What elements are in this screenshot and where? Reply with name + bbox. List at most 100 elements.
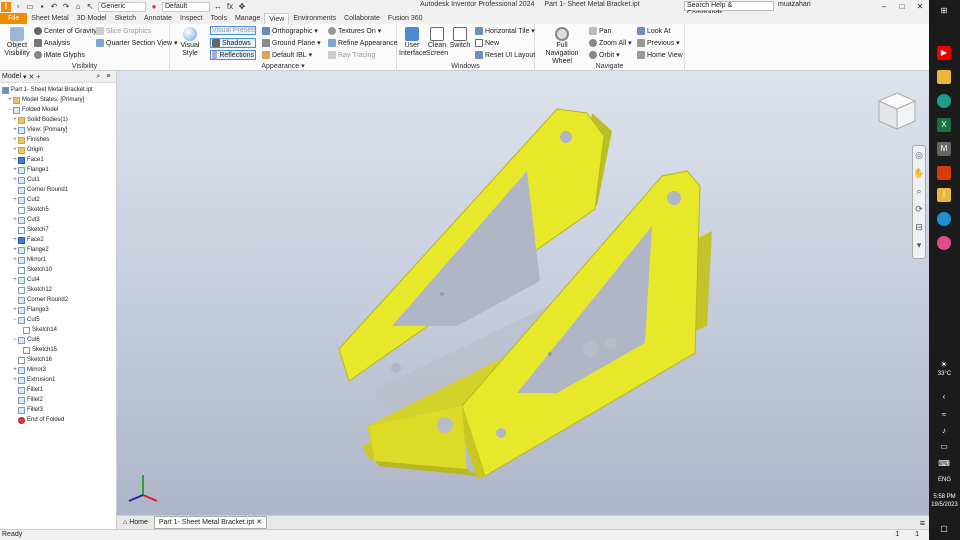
tree-item[interactable]: Sketch10 <box>12 265 52 275</box>
app-m-icon[interactable]: M <box>937 142 951 156</box>
tree-item[interactable]: Sketch14 <box>17 325 57 335</box>
ibl-combo[interactable]: Default IBL ▾ <box>262 51 312 59</box>
save-icon[interactable]: ▪ <box>37 2 47 12</box>
view-cube[interactable] <box>877 92 917 130</box>
tree-item[interactable]: Sketch15 <box>17 345 57 355</box>
select-icon[interactable]: ↖ <box>85 2 95 12</box>
switch-button[interactable]: Switch <box>449 27 471 50</box>
tree-item[interactable]: + Cut4 <box>12 275 40 285</box>
orbit-icon[interactable]: ⟳ <box>913 200 925 218</box>
tree-item[interactable]: + Face2 <box>12 235 44 245</box>
tree-item[interactable]: + Mirror3 <box>12 365 46 375</box>
nav-wheel-icon[interactable]: ◎ <box>913 146 925 164</box>
volume-icon[interactable]: ♪ <box>937 424 951 438</box>
previous-button[interactable]: Previous ▾ <box>637 39 680 47</box>
tab-fusion-360[interactable]: Fusion 360 <box>384 13 427 24</box>
tree-item[interactable]: Fillet3 <box>12 405 43 415</box>
tree-item[interactable]: − Folded Model <box>7 105 58 115</box>
notifications-icon[interactable]: ▢ <box>937 522 951 536</box>
analysis-button[interactable]: Analysis <box>34 39 70 47</box>
refine-appearance-button[interactable]: Refine Appearance <box>328 39 398 47</box>
measure-icon[interactable]: ↔ <box>213 2 223 12</box>
tree-item[interactable]: Sketch16 <box>12 355 52 365</box>
close-button[interactable]: ✕ <box>911 0 929 13</box>
tree-item[interactable]: + Origin <box>12 145 43 155</box>
tree-item[interactable]: + Cut2 <box>12 195 40 205</box>
tab-collaborate[interactable]: Collaborate <box>340 13 384 24</box>
visual-presets-combo[interactable]: Visual Presets <box>210 26 257 35</box>
textures-on-button[interactable]: Textures On ▾ <box>328 27 381 35</box>
home-tab[interactable]: ⌂ Home <box>119 517 152 528</box>
tab-3d-model[interactable]: 3D Model <box>73 13 111 24</box>
chevron-up-icon[interactable]: ‹ <box>937 390 951 404</box>
paint-icon[interactable] <box>937 236 951 250</box>
file-explorer-icon[interactable] <box>937 70 951 84</box>
excel-icon[interactable]: X <box>937 118 951 132</box>
tree-item[interactable]: Corner Round1 <box>12 185 68 195</box>
battery-icon[interactable]: ▭ <box>937 440 951 454</box>
ground-plane-button[interactable]: Ground Plane ▾ <box>262 39 321 47</box>
tree-item[interactable]: + Face1 <box>12 155 44 165</box>
tab-tools[interactable]: Tools <box>207 13 231 24</box>
user-name[interactable]: muazahari <box>778 1 811 8</box>
quarter-section-view-button[interactable]: Quarter Section View ▾ <box>96 39 177 47</box>
maximize-button[interactable]: □ <box>893 0 911 13</box>
zoom-icon[interactable]: ⌕ <box>913 182 925 200</box>
orbit-button[interactable]: Orbit ▾ <box>589 51 620 59</box>
edge-icon[interactable] <box>937 94 951 108</box>
temperature[interactable]: 33°C <box>929 371 960 377</box>
office-icon[interactable] <box>937 166 951 180</box>
slice-graphics-button[interactable]: Slice Graphics <box>96 27 151 35</box>
browser-tab-model[interactable]: Model <box>2 73 21 80</box>
graphics-viewport[interactable]: ◎ ✋ ⌕ ⟳ ⊟ ▾ <box>117 71 929 515</box>
tree-item[interactable]: − Cut6 <box>12 335 40 345</box>
tree-item[interactable]: Fillet1 <box>12 385 43 395</box>
tree-item[interactable]: + Finishes <box>12 135 49 145</box>
tree-item[interactable]: + Flange3 <box>12 305 49 315</box>
reset-ui-layout-button[interactable]: Reset UI Layout <box>475 51 535 59</box>
chevron-down-icon[interactable]: ▾ ✕ + <box>21 73 40 81</box>
tree-item[interactable]: + Cut1 <box>12 175 40 185</box>
weather-icon[interactable]: ☀ <box>937 358 951 372</box>
shadows-button[interactable]: Shadows <box>210 38 256 48</box>
tree-item[interactable]: Sketch7 <box>12 225 49 235</box>
tree-item[interactable]: + Flange1 <box>12 165 49 175</box>
redo-icon[interactable]: ↷ <box>61 2 71 12</box>
open-icon[interactable]: ▭ <box>25 2 35 12</box>
tree-item[interactable]: End of Folded <box>12 415 64 425</box>
menu-icon[interactable]: ≡ <box>106 73 110 80</box>
minimize-button[interactable]: – <box>875 0 893 13</box>
search-icon[interactable]: ⌕ <box>96 73 100 81</box>
clock[interactable]: 5:58 PM 19/5/2023 <box>929 493 960 509</box>
tab-annotate[interactable]: Annotate <box>140 13 176 24</box>
look-at-icon[interactable]: ⊟ <box>913 218 925 236</box>
pan-button[interactable]: Pan <box>589 27 611 35</box>
tab-manage[interactable]: Manage <box>231 13 264 24</box>
home-view-button[interactable]: Home View <box>637 51 683 59</box>
tab-environments[interactable]: Environments <box>289 13 340 24</box>
tree-item[interactable]: Sketch5 <box>12 205 49 215</box>
horizontal-tile-button[interactable]: Horizontal Tile ▾ <box>475 27 535 35</box>
color-wheel-icon[interactable]: ● <box>149 2 159 12</box>
expand-icon[interactable]: ▾ <box>913 236 925 254</box>
tab-inspect[interactable]: Inspect <box>176 13 207 24</box>
center-of-gravity-button[interactable]: Center of Gravity <box>34 27 97 35</box>
user-interface-button[interactable]: User Interface <box>399 27 426 58</box>
zoom-all-button[interactable]: Zoom All ▾ <box>589 39 632 47</box>
youtube-icon[interactable]: ▶ <box>937 46 951 60</box>
new-window-button[interactable]: New <box>475 39 499 47</box>
tree-item[interactable]: + View: [Primary] <box>12 125 67 135</box>
undo-icon[interactable]: ↶ <box>49 2 59 12</box>
tree-item[interactable]: Corner Round2 <box>12 295 68 305</box>
tree-item[interactable]: + Solid Bodies(1) <box>12 115 68 125</box>
wifi-icon[interactable]: ≈ <box>937 408 951 422</box>
sheet-metal-bracket[interactable] <box>338 108 712 479</box>
visual-style-button[interactable]: Visual Style <box>174 27 206 58</box>
tab-sheet-metal[interactable]: Sheet Metal <box>27 13 72 24</box>
search-input[interactable]: Search Help & Commands... <box>684 1 774 17</box>
fx-icon[interactable]: fx <box>225 2 235 12</box>
language-indicator[interactable]: ENG <box>929 477 960 483</box>
chevron-down-icon[interactable]: ▾ <box>299 63 305 70</box>
keyboard-icon[interactable]: ⌨ <box>937 457 951 471</box>
full-navigation-wheel-button[interactable]: Full Navigation Wheel <box>539 27 585 66</box>
